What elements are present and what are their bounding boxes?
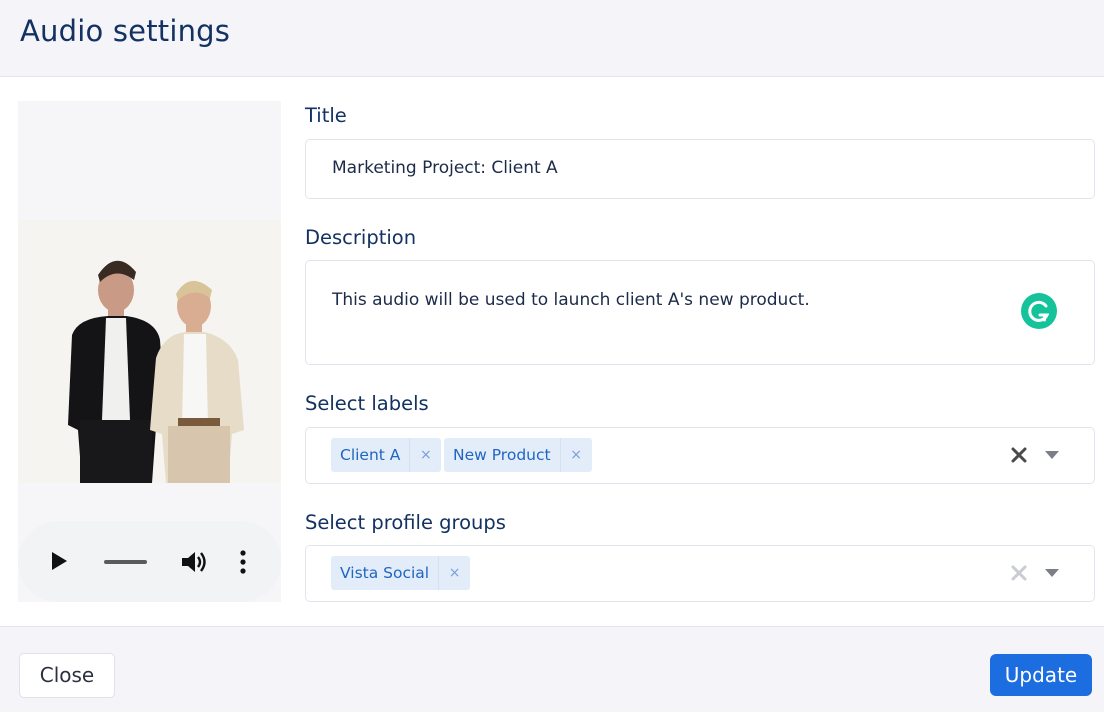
close-button[interactable]: Close [19, 653, 115, 698]
progress-slider[interactable] [104, 560, 147, 564]
media-preview [18, 101, 281, 602]
clear-icon[interactable] [1008, 562, 1030, 584]
title-value: Marketing Project: Client A [332, 158, 558, 178]
chevron-down-icon[interactable] [1045, 569, 1059, 577]
tag-client-a: Client A × [331, 438, 442, 472]
more-vertical-icon[interactable] [234, 549, 252, 575]
dialog-title: Audio settings [20, 14, 231, 48]
tag-remove-icon[interactable]: × [438, 556, 470, 590]
description-field[interactable]: This audio will be used to launch client… [305, 260, 1095, 365]
title-field[interactable]: Marketing Project: Client A [305, 139, 1095, 199]
tag-remove-icon[interactable]: × [409, 438, 441, 472]
clear-icon[interactable] [1008, 444, 1030, 466]
grammarly-icon[interactable] [1021, 293, 1057, 329]
tag-remove-icon[interactable]: × [559, 438, 592, 472]
tag-new-product: New Product × [444, 438, 592, 472]
dialog-footer: Close Update [0, 626, 1104, 712]
labels-select[interactable]: Client A × New Product × [305, 427, 1095, 484]
labels-label: Select labels [305, 392, 429, 415]
description-value: This audio will be used to launch client… [332, 290, 810, 310]
volume-icon[interactable] [180, 549, 208, 575]
profile-groups-select[interactable]: Vista Social × [305, 545, 1095, 602]
dialog-header: Audio settings [0, 0, 1104, 77]
tag-label: New Product [453, 446, 551, 464]
profile-groups-label: Select profile groups [305, 511, 506, 534]
update-button[interactable]: Update [990, 654, 1092, 696]
cover-image [18, 220, 281, 483]
tag-label: Client A [340, 446, 401, 464]
chevron-down-icon[interactable] [1045, 451, 1059, 459]
description-label: Description [305, 226, 417, 249]
play-icon[interactable] [48, 550, 70, 572]
audio-player [18, 521, 281, 602]
tag-vista-social: Vista Social × [331, 556, 471, 590]
title-label: Title [305, 104, 347, 127]
tag-label: Vista Social [340, 564, 430, 582]
